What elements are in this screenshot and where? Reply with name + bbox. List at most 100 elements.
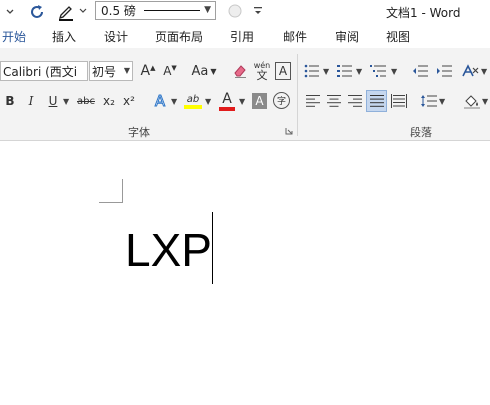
customize-dropdown-icon[interactable] bbox=[0, 3, 20, 21]
subscript-button[interactable]: x₂ bbox=[101, 91, 117, 111]
tab-references[interactable]: 引用 bbox=[230, 28, 254, 45]
strikethrough-button[interactable]: abc bbox=[75, 91, 97, 111]
bold-button[interactable]: B bbox=[3, 91, 17, 111]
font-dialog-launcher-icon[interactable] bbox=[284, 126, 294, 136]
chevron-down-icon[interactable]: ▼ bbox=[482, 97, 488, 106]
caret-up-icon: ▲ bbox=[150, 64, 156, 72]
multilevel-list-button[interactable] bbox=[369, 61, 389, 81]
tab-home[interactable]: 开始 bbox=[2, 28, 26, 45]
clear-formatting-button[interactable] bbox=[231, 61, 249, 81]
line-spacing-icon bbox=[421, 95, 437, 107]
paint-bucket-icon bbox=[464, 95, 480, 109]
distributed-icon bbox=[391, 94, 407, 108]
tab-layout[interactable]: 页面布局 bbox=[155, 28, 203, 45]
enclose-characters-button[interactable]: 字 bbox=[273, 92, 290, 109]
underline-label: U bbox=[48, 94, 58, 108]
text-effects-label: A bbox=[154, 92, 166, 111]
chinese-layout-button[interactable] bbox=[461, 61, 481, 81]
chevron-down-icon[interactable]: ▼ bbox=[439, 97, 445, 106]
align-left-button[interactable] bbox=[304, 91, 322, 111]
pen-weight-select[interactable]: 0.5 磅 ▼ bbox=[95, 1, 216, 20]
underline-button[interactable]: U bbox=[46, 91, 60, 111]
italic-button[interactable]: I bbox=[24, 91, 38, 111]
pen-icon[interactable] bbox=[56, 1, 78, 23]
line-spacing-button[interactable] bbox=[420, 91, 438, 111]
highlight-label: ab bbox=[186, 93, 200, 105]
font-color-button[interactable]: A bbox=[218, 90, 236, 112]
font-size-value: 初号 bbox=[92, 64, 117, 79]
chevron-down-icon[interactable]: ▼ bbox=[323, 67, 329, 76]
chevron-down-icon[interactable]: ▼ bbox=[63, 97, 69, 106]
pen-dropdown-icon[interactable] bbox=[78, 5, 88, 17]
tab-view[interactable]: 视图 bbox=[386, 28, 410, 45]
character-border-label: A bbox=[278, 64, 288, 78]
font-size-select[interactable]: 初号 ▼ bbox=[89, 61, 133, 81]
decrease-indent-button[interactable] bbox=[411, 61, 429, 81]
chevron-down-icon[interactable]: ▼ bbox=[391, 67, 397, 76]
increase-indent-button[interactable] bbox=[435, 61, 453, 81]
chevron-down-icon: ▼ bbox=[204, 5, 211, 15]
ribbon-tabs: 开始 插入 设计 页面布局 引用 邮件 审阅 视图 bbox=[0, 24, 490, 48]
shrink-font-label: A bbox=[163, 64, 172, 78]
numbering-button[interactable] bbox=[336, 61, 354, 81]
chevron-down-icon: ▼ bbox=[210, 66, 217, 76]
highlight-swatch bbox=[184, 104, 202, 109]
subscript-label: x₂ bbox=[103, 94, 115, 108]
phonetic-bottom: 文 bbox=[256, 69, 268, 82]
distributed-button[interactable] bbox=[390, 91, 408, 111]
redo-icon[interactable] bbox=[28, 2, 48, 22]
phonetic-guide-button[interactable]: wén 文 bbox=[253, 59, 271, 83]
align-right-icon bbox=[348, 95, 362, 107]
change-case-label: Aa bbox=[191, 63, 209, 79]
document-page[interactable] bbox=[0, 141, 490, 405]
change-case-button[interactable]: Aa ▼ bbox=[189, 61, 219, 81]
align-center-button[interactable] bbox=[325, 91, 343, 111]
grow-font-label: A bbox=[140, 63, 151, 79]
chinese-layout-icon bbox=[462, 64, 479, 77]
font-name-select[interactable]: Calibri (西文i bbox=[0, 61, 88, 81]
pen-weight-value: 0.5 磅 bbox=[101, 4, 136, 18]
justify-icon bbox=[369, 95, 384, 107]
chevron-down-icon[interactable]: ▼ bbox=[356, 67, 362, 76]
strikethrough-label: abc bbox=[77, 95, 95, 107]
decrease-indent-icon bbox=[413, 65, 428, 77]
customize-icon[interactable] bbox=[252, 4, 264, 18]
margin-corner-mark bbox=[99, 179, 123, 203]
title-bar: 0.5 磅 ▼ 文档1 - Word bbox=[0, 0, 490, 24]
superscript-button[interactable]: x² bbox=[121, 91, 137, 111]
tab-review[interactable]: 审阅 bbox=[335, 28, 359, 45]
text-effects-button[interactable]: A bbox=[151, 90, 169, 112]
justify-button[interactable] bbox=[366, 90, 387, 112]
character-border-button[interactable]: A bbox=[275, 62, 291, 80]
circle-icon[interactable] bbox=[227, 3, 243, 19]
document-text[interactable]: LXP bbox=[125, 222, 212, 278]
chevron-down-icon[interactable]: ▼ bbox=[205, 97, 211, 106]
caret-down-icon: ▼ bbox=[171, 64, 177, 72]
paragraph-group-label: 段落 bbox=[410, 126, 432, 139]
tab-design[interactable]: 设计 bbox=[104, 28, 128, 45]
increase-indent-icon bbox=[437, 65, 452, 77]
tab-mailings[interactable]: 邮件 bbox=[283, 28, 307, 45]
shading-button[interactable] bbox=[462, 90, 482, 112]
tab-insert[interactable]: 插入 bbox=[52, 28, 76, 45]
align-right-button[interactable] bbox=[346, 91, 364, 111]
chevron-down-icon[interactable]: ▼ bbox=[481, 67, 487, 76]
text-cursor bbox=[212, 212, 213, 284]
bullets-icon bbox=[304, 64, 319, 78]
font-name-value: Calibri (西文i bbox=[3, 64, 78, 79]
font-color-swatch bbox=[219, 106, 235, 111]
align-left-icon bbox=[306, 95, 320, 107]
character-shading-button[interactable]: A bbox=[252, 93, 267, 109]
pen-line-sample bbox=[143, 10, 200, 11]
bold-label: B bbox=[5, 94, 15, 108]
window-title: 文档1 - Word bbox=[386, 6, 461, 20]
highlight-button[interactable]: ab bbox=[183, 90, 203, 112]
grow-font-button[interactable]: A ▲ bbox=[139, 61, 157, 81]
superscript-label: x² bbox=[123, 94, 135, 108]
chevron-down-icon[interactable]: ▼ bbox=[239, 97, 245, 106]
eraser-icon bbox=[234, 65, 246, 78]
font-group-label: 字体 bbox=[128, 126, 150, 139]
shrink-font-button[interactable]: A ▼ bbox=[161, 61, 179, 81]
chevron-down-icon[interactable]: ▼ bbox=[171, 97, 177, 106]
bullets-button[interactable] bbox=[303, 61, 321, 81]
